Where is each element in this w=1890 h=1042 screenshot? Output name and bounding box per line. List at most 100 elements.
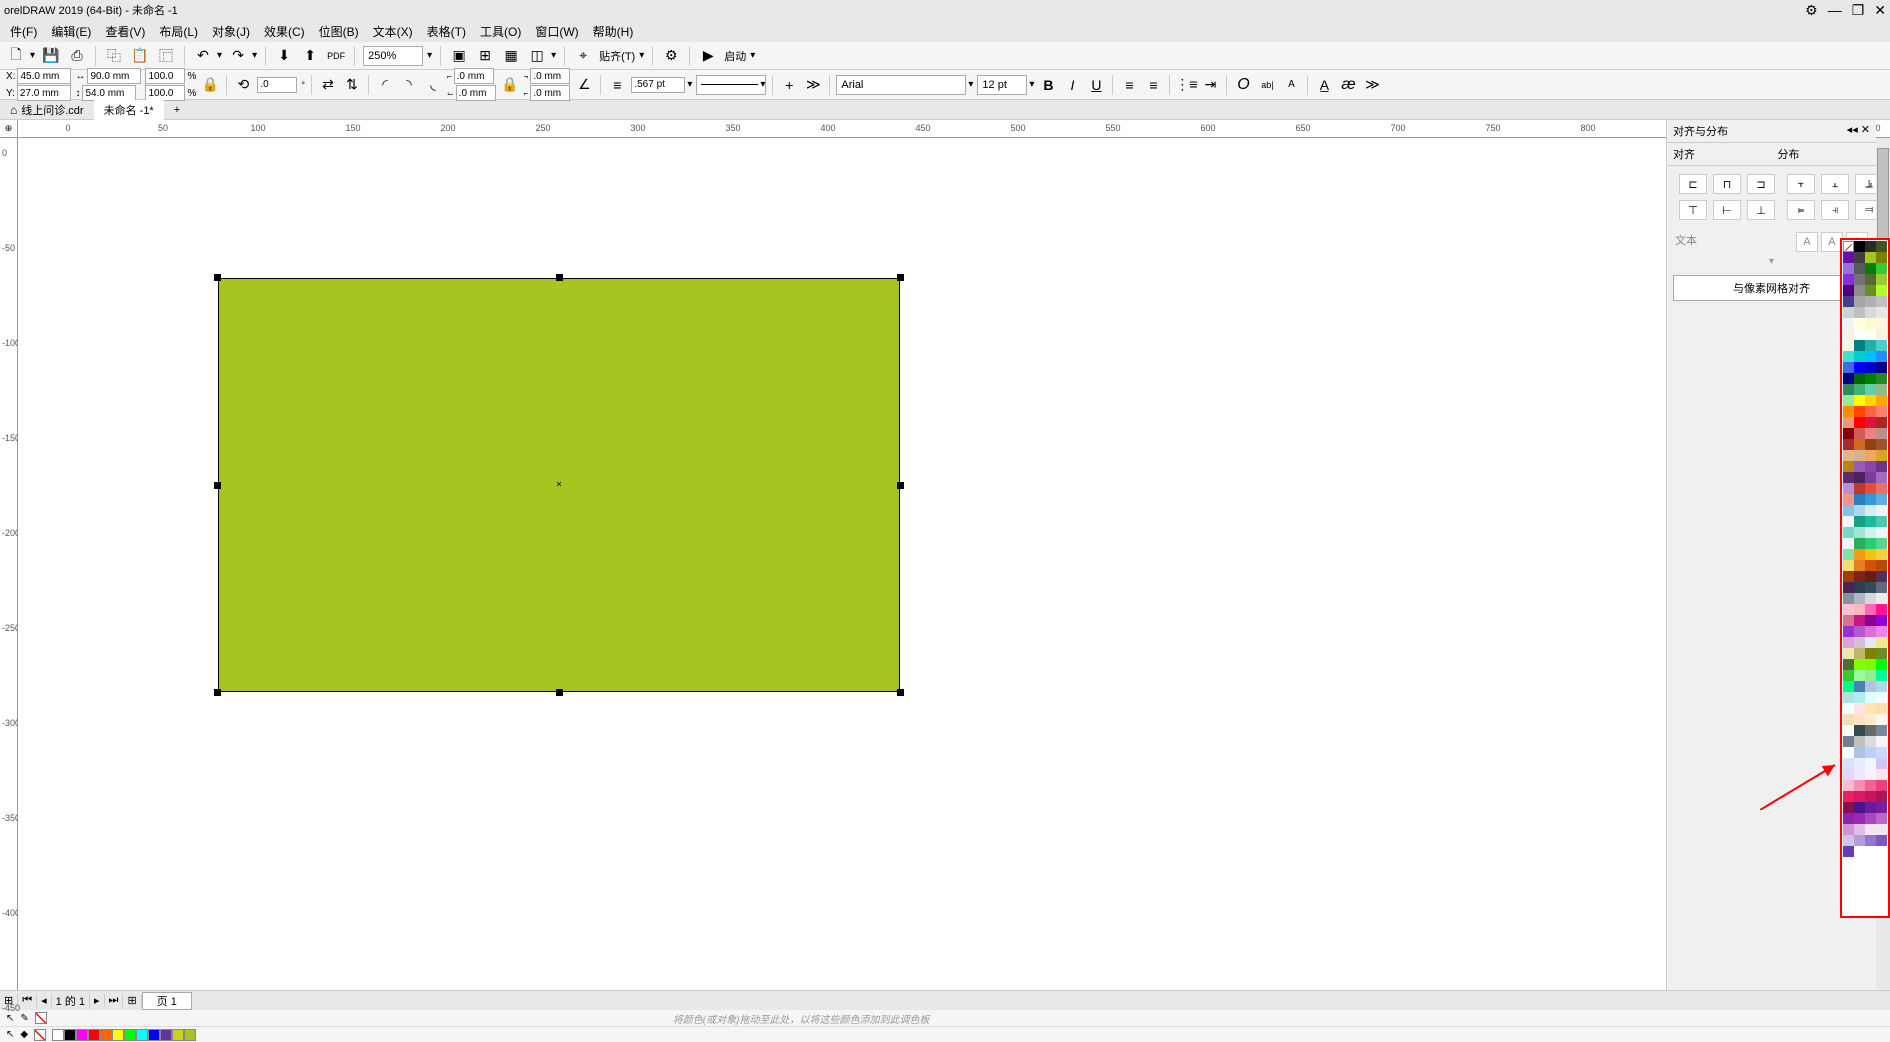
mirror-h-icon[interactable]: ⇄ xyxy=(318,75,338,95)
palette-swatch[interactable] xyxy=(1843,637,1854,648)
page-prev-icon[interactable]: ⏮ xyxy=(18,994,37,1007)
palette-swatch[interactable] xyxy=(1865,769,1876,780)
palette-swatch[interactable] xyxy=(1865,373,1876,384)
palette-swatch[interactable] xyxy=(1843,384,1854,395)
text-align-1[interactable]: A xyxy=(1796,232,1818,252)
palette-swatch[interactable] xyxy=(1854,637,1865,648)
palette-swatch[interactable] xyxy=(1865,538,1876,549)
palette-swatch[interactable] xyxy=(1876,626,1887,637)
palette-swatch[interactable] xyxy=(1865,835,1876,846)
palette-swatch[interactable] xyxy=(1865,560,1876,571)
add-doc-tab[interactable]: + xyxy=(164,102,190,118)
palette-swatch[interactable] xyxy=(1876,780,1887,791)
palette-swatch[interactable] xyxy=(1854,307,1865,318)
palette-swatch[interactable] xyxy=(1876,505,1887,516)
guides-icon[interactable]: ◫ xyxy=(527,46,547,66)
palette-swatch[interactable] xyxy=(1843,780,1854,791)
palette-swatch[interactable] xyxy=(1854,516,1865,527)
palette-swatch[interactable] xyxy=(1854,626,1865,637)
align-center-v-btn[interactable]: ⊢ xyxy=(1713,200,1741,220)
text-props-icon[interactable]: A̲ xyxy=(1314,75,1334,95)
palette-swatch[interactable] xyxy=(1843,527,1854,538)
palette-swatch[interactable] xyxy=(1854,406,1865,417)
corner-bl-input[interactable] xyxy=(456,85,496,101)
palette-swatch[interactable] xyxy=(1854,417,1865,428)
doc-palette-swatch[interactable] xyxy=(184,1029,196,1041)
palette-swatch[interactable] xyxy=(1865,582,1876,593)
align-right-btn[interactable]: ⊐ xyxy=(1747,174,1775,194)
palette-swatch[interactable] xyxy=(1876,747,1887,758)
palette-swatch[interactable] xyxy=(1854,505,1865,516)
palette-swatch[interactable] xyxy=(1843,483,1854,494)
palette-swatch[interactable] xyxy=(1865,494,1876,505)
palette-swatch[interactable] xyxy=(1876,373,1887,384)
align-right-icon[interactable]: ≡ xyxy=(1143,75,1163,95)
paste-icon[interactable]: 📋 xyxy=(130,46,150,66)
palette-swatch[interactable] xyxy=(1843,736,1854,747)
doc-palette-swatch[interactable] xyxy=(160,1029,172,1041)
palette-swatch[interactable] xyxy=(1854,736,1865,747)
palette-swatch[interactable] xyxy=(1876,725,1887,736)
palette-swatch[interactable] xyxy=(1854,329,1865,340)
menu-bitmap[interactable]: 位图(B) xyxy=(313,21,365,42)
palette-swatch[interactable] xyxy=(1843,362,1854,373)
options-icon[interactable]: ⚙ xyxy=(661,46,681,66)
maximize-button[interactable]: ❐ xyxy=(1852,2,1865,19)
palette-swatch[interactable] xyxy=(1854,560,1865,571)
palette-swatch[interactable] xyxy=(1854,450,1865,461)
palette-swatch[interactable] xyxy=(1865,791,1876,802)
relative-corner-icon[interactable]: ∠ xyxy=(574,75,594,95)
dist-top-btn[interactable]: ⫢ xyxy=(1787,200,1815,220)
palette-swatch[interactable] xyxy=(1854,252,1865,263)
palette-swatch[interactable] xyxy=(1876,791,1887,802)
palette-swatch[interactable] xyxy=(1843,604,1854,615)
palette-swatch[interactable] xyxy=(1843,329,1854,340)
palette-swatch[interactable] xyxy=(1876,461,1887,472)
snap-label[interactable]: 贴齐(T) xyxy=(599,48,635,64)
menu-text[interactable]: 文本(X) xyxy=(367,21,419,42)
palette-swatch[interactable] xyxy=(1843,472,1854,483)
palette-swatch[interactable] xyxy=(1843,406,1854,417)
palette-swatch[interactable] xyxy=(1843,571,1854,582)
palette-swatch[interactable] xyxy=(1854,384,1865,395)
palette-swatch[interactable] xyxy=(1876,604,1887,615)
align-top-btn[interactable]: ⊤ xyxy=(1679,200,1707,220)
undo-drop[interactable]: ▾ xyxy=(217,50,222,61)
palette-swatch[interactable] xyxy=(1865,626,1876,637)
palette-swatch[interactable] xyxy=(1843,758,1854,769)
palette-swatch[interactable] xyxy=(1876,615,1887,626)
palette-swatch[interactable] xyxy=(1865,681,1876,692)
page-add-icon[interactable]: ⊞ xyxy=(123,994,141,1007)
palette-swatch[interactable] xyxy=(1854,780,1865,791)
settings-icon[interactable]: ⚙ xyxy=(1805,2,1818,19)
palette-swatch[interactable] xyxy=(1876,758,1887,769)
palette-swatch[interactable] xyxy=(1843,318,1854,329)
to-back-icon[interactable]: ≫ xyxy=(803,75,823,95)
palette-swatch[interactable] xyxy=(1854,296,1865,307)
doc-palette-swatch[interactable] xyxy=(136,1029,148,1041)
palette-swatch[interactable] xyxy=(1876,472,1887,483)
palette-swatch[interactable] xyxy=(1865,637,1876,648)
page-1-tab[interactable]: 页 1 xyxy=(142,992,192,1010)
palette-swatch[interactable] xyxy=(1865,725,1876,736)
palette-swatch[interactable] xyxy=(1876,516,1887,527)
palette-swatch[interactable] xyxy=(1876,648,1887,659)
palette-swatch[interactable] xyxy=(1865,472,1876,483)
palette-swatch[interactable] xyxy=(1854,483,1865,494)
palette-swatch[interactable] xyxy=(1876,406,1887,417)
palette-swatch[interactable] xyxy=(1876,329,1887,340)
doc-palette-swatch[interactable] xyxy=(112,1029,124,1041)
handle-bl[interactable] xyxy=(214,689,221,696)
fullscreen-icon[interactable]: ▣ xyxy=(449,46,469,66)
palette-swatch[interactable] xyxy=(1865,758,1876,769)
palette-swatch[interactable] xyxy=(1854,725,1865,736)
palette-swatch[interactable] xyxy=(1865,417,1876,428)
palette-swatch[interactable] xyxy=(1876,813,1887,824)
palette-swatch[interactable] xyxy=(1854,439,1865,450)
doc-palette-swatch[interactable] xyxy=(124,1029,136,1041)
outline-swatch[interactable] xyxy=(35,1012,47,1024)
palette-swatch[interactable] xyxy=(1876,362,1887,373)
launch-icon[interactable]: ▶ xyxy=(698,46,718,66)
palette-swatch[interactable] xyxy=(1865,747,1876,758)
handle-tm[interactable] xyxy=(556,274,563,281)
